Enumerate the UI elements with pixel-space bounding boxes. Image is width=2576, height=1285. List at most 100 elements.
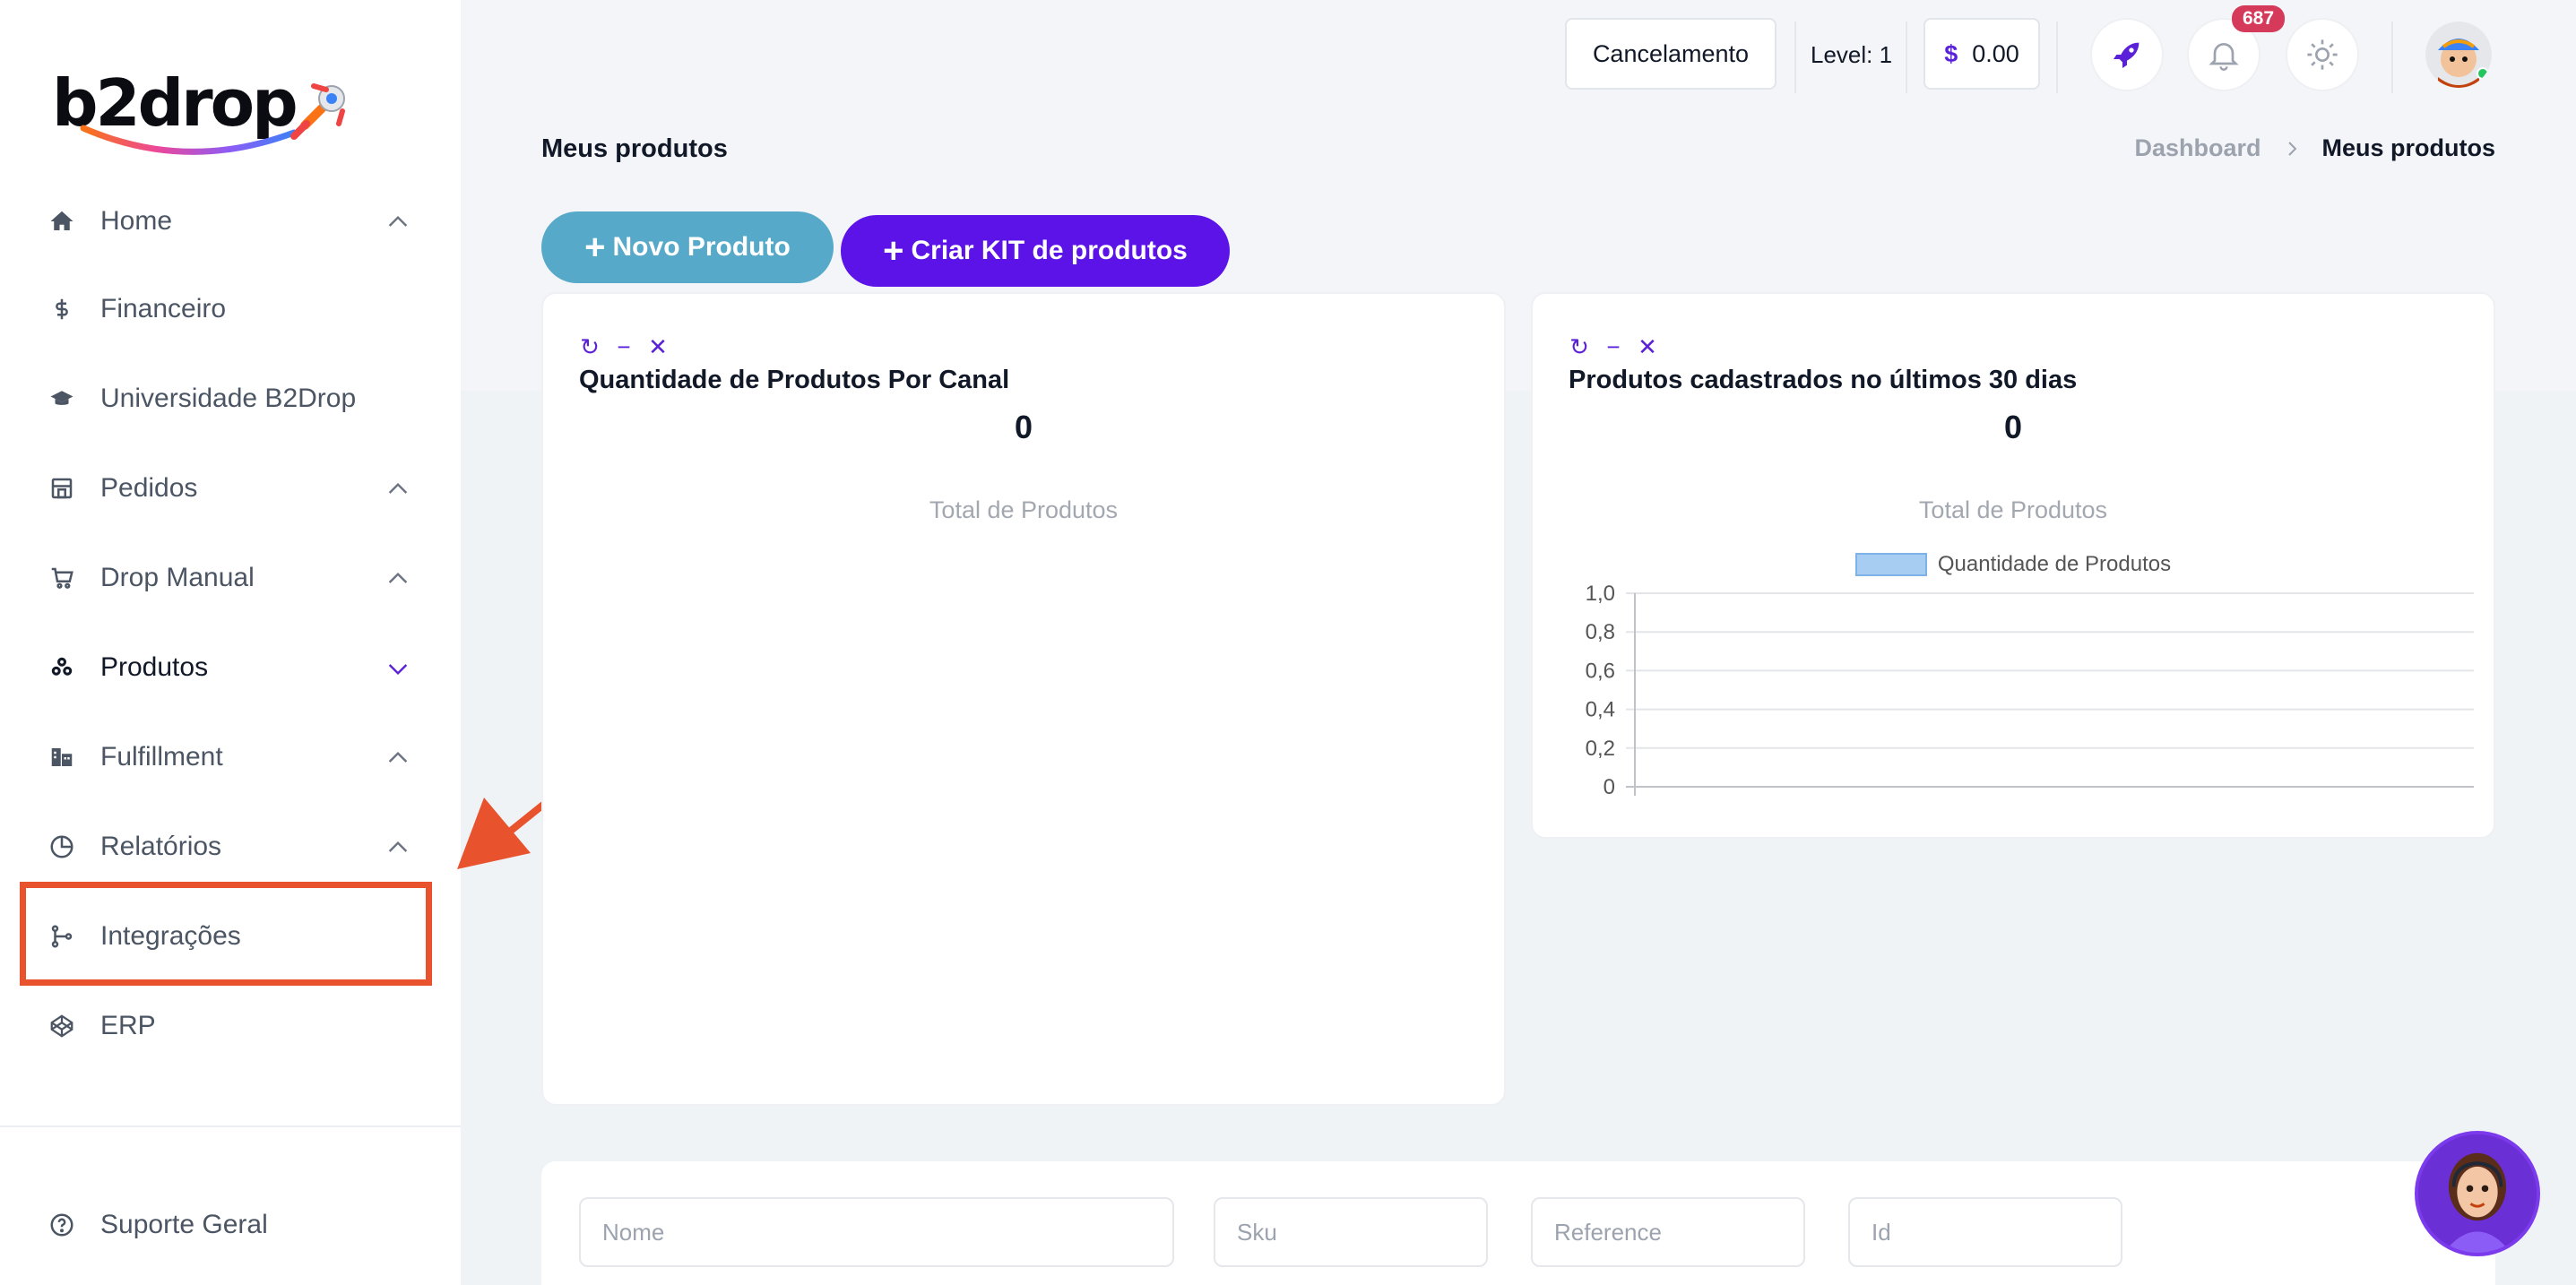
create-kit-button[interactable]: + Criar KIT de produtos <box>841 215 1230 287</box>
rocket-logo-icon <box>290 83 345 140</box>
divider <box>1794 22 1796 93</box>
sku-filter-input[interactable] <box>1214 1197 1488 1267</box>
card-tools: ↻ − ✕ <box>579 333 669 361</box>
assistant-chat-button[interactable] <box>2415 1131 2540 1256</box>
card-subtitle: Total de Produtos <box>929 496 1119 523</box>
sidebar-item-label: Produtos <box>100 652 209 682</box>
user-avatar[interactable] <box>2425 22 2492 88</box>
graduation-cap-icon <box>45 382 79 416</box>
cancelamento-button[interactable]: Cancelamento <box>1565 18 1776 90</box>
chevron-up-icon <box>388 482 408 494</box>
boxes-icon <box>45 651 79 685</box>
sidebar-item-label: Fulfillment <box>100 742 223 772</box>
y-tick-label: 0,8 <box>1586 620 1615 644</box>
dollar-icon <box>45 292 79 326</box>
balance-value: 0.00 <box>1972 39 2019 67</box>
legend-label: Quantidade de Produtos <box>1937 552 2172 576</box>
annotation-highlight-box <box>20 882 432 986</box>
codepen-icon <box>45 1009 79 1043</box>
chevron-down-icon <box>388 664 408 676</box>
card-value: 0 <box>1014 409 1033 445</box>
name-filter-input[interactable] <box>579 1197 1174 1267</box>
close-icon[interactable]: ✕ <box>647 333 669 361</box>
sidebar-item-suporte[interactable]: Suporte Geral <box>45 1194 412 1256</box>
sidebar-item-label: Pedidos <box>100 473 198 503</box>
refresh-icon[interactable]: ↻ <box>579 333 601 361</box>
plus-icon: + <box>584 228 606 267</box>
cart-icon <box>45 561 79 595</box>
sidebar-item-label: Drop Manual <box>100 563 255 592</box>
card-value: 0 <box>2003 409 2023 445</box>
chevron-up-icon <box>388 572 408 583</box>
close-icon[interactable]: ✕ <box>1637 333 1658 361</box>
divider <box>2391 22 2393 93</box>
divider <box>1906 22 1907 93</box>
logo-swoosh <box>80 125 298 155</box>
products-per-channel-card: ↻ − ✕ Quantidade de Produtos Por Canal 0… <box>541 292 1506 1106</box>
chevron-right-icon <box>2287 141 2296 156</box>
store-icon <box>45 471 79 505</box>
id-filter-input[interactable] <box>1848 1197 2122 1267</box>
new-product-label: Novo Produto <box>612 232 791 262</box>
sidebar: b2drop Home Financeiro Universidade B2Dr… <box>0 0 461 1285</box>
products-last-30-days-card: ↻ − ✕ Produtos cadastrados no últimos 30… <box>1531 292 2495 839</box>
y-tick-label: 0 <box>1604 775 1615 799</box>
refresh-icon[interactable]: ↻ <box>1569 333 1590 361</box>
breadcrumb-dashboard-link[interactable]: Dashboard <box>2134 134 2260 162</box>
reference-filter-input[interactable] <box>1531 1197 1805 1267</box>
card-title: Produtos cadastrados no últimos 30 dias <box>1569 366 2078 394</box>
y-tick-label: 0,4 <box>1586 698 1615 722</box>
breadcrumb: Dashboard Meus produtos <box>2134 134 2495 162</box>
help-circle-icon <box>45 1208 79 1242</box>
sidebar-item-fulfillment[interactable]: Fulfillment <box>45 726 412 789</box>
sidebar-item-universidade[interactable]: Universidade B2Drop <box>45 367 412 430</box>
chevron-up-icon <box>388 841 408 852</box>
sidebar-divider <box>0 1125 461 1127</box>
minimize-icon[interactable]: − <box>1603 333 1624 361</box>
product-filter-panel <box>541 1161 2495 1285</box>
create-kit-label: Criar KIT de produtos <box>911 236 1188 265</box>
new-product-button[interactable]: + Novo Produto <box>541 211 834 283</box>
brand-logo[interactable]: b2drop <box>52 63 357 161</box>
sidebar-item-drop-manual[interactable]: Drop Manual <box>45 547 412 609</box>
y-tick-label: 1,0 <box>1586 582 1615 606</box>
sidebar-item-home[interactable]: Home <box>45 190 412 253</box>
sidebar-item-pedidos[interactable]: Pedidos <box>45 457 412 520</box>
y-tick-label: 0,6 <box>1586 659 1615 683</box>
breadcrumb-current: Meus produtos <box>2321 134 2496 161</box>
warehouse-icon <box>45 740 79 774</box>
minimize-icon[interactable]: − <box>613 333 635 361</box>
sidebar-item-label: Suporte Geral <box>100 1210 268 1239</box>
sun-icon <box>2307 39 2338 70</box>
balance-button[interactable]: $ 0.00 <box>1923 18 2040 90</box>
plus-icon: + <box>883 231 904 271</box>
sidebar-item-label: ERP <box>100 1011 156 1040</box>
sidebar-item-label: Universidade B2Drop <box>100 384 357 413</box>
legend-swatch <box>1854 553 1927 576</box>
notification-badge: 687 <box>2232 5 2286 32</box>
chevron-up-icon <box>388 215 408 227</box>
sidebar-item-label: Financeiro <box>100 294 227 323</box>
rocket-icon <box>2114 42 2139 68</box>
y-tick-label: 0,2 <box>1586 737 1615 761</box>
chart-legend[interactable]: Quantidade de Produtos <box>1533 552 2494 577</box>
sidebar-item-label: Relatórios <box>100 832 222 861</box>
dollar-icon: $ <box>1944 39 1958 67</box>
sidebar-item-erp[interactable]: ERP <box>45 995 412 1057</box>
page-title: Meus produtos <box>541 134 728 163</box>
bell-icon <box>2209 43 2239 71</box>
theme-toggle-button[interactable] <box>2286 18 2359 91</box>
sidebar-item-relatorios[interactable]: Relatórios <box>45 815 412 878</box>
pie-chart-icon <box>45 830 79 864</box>
level-indicator: Level: 1 <box>1811 40 1893 68</box>
sidebar-item-label: Home <box>100 206 173 236</box>
card-subtitle: Total de Produtos <box>1918 496 2108 523</box>
card-title: Quantidade de Produtos Por Canal <box>579 366 1010 394</box>
sidebar-item-produtos[interactable]: Produtos <box>45 636 412 699</box>
rocket-button[interactable] <box>2090 18 2164 91</box>
divider <box>2056 22 2058 93</box>
sidebar-item-financeiro[interactable]: Financeiro <box>45 278 412 341</box>
card-tools: ↻ − ✕ <box>1569 333 1658 361</box>
chevron-up-icon <box>388 751 408 763</box>
home-icon <box>45 204 79 238</box>
